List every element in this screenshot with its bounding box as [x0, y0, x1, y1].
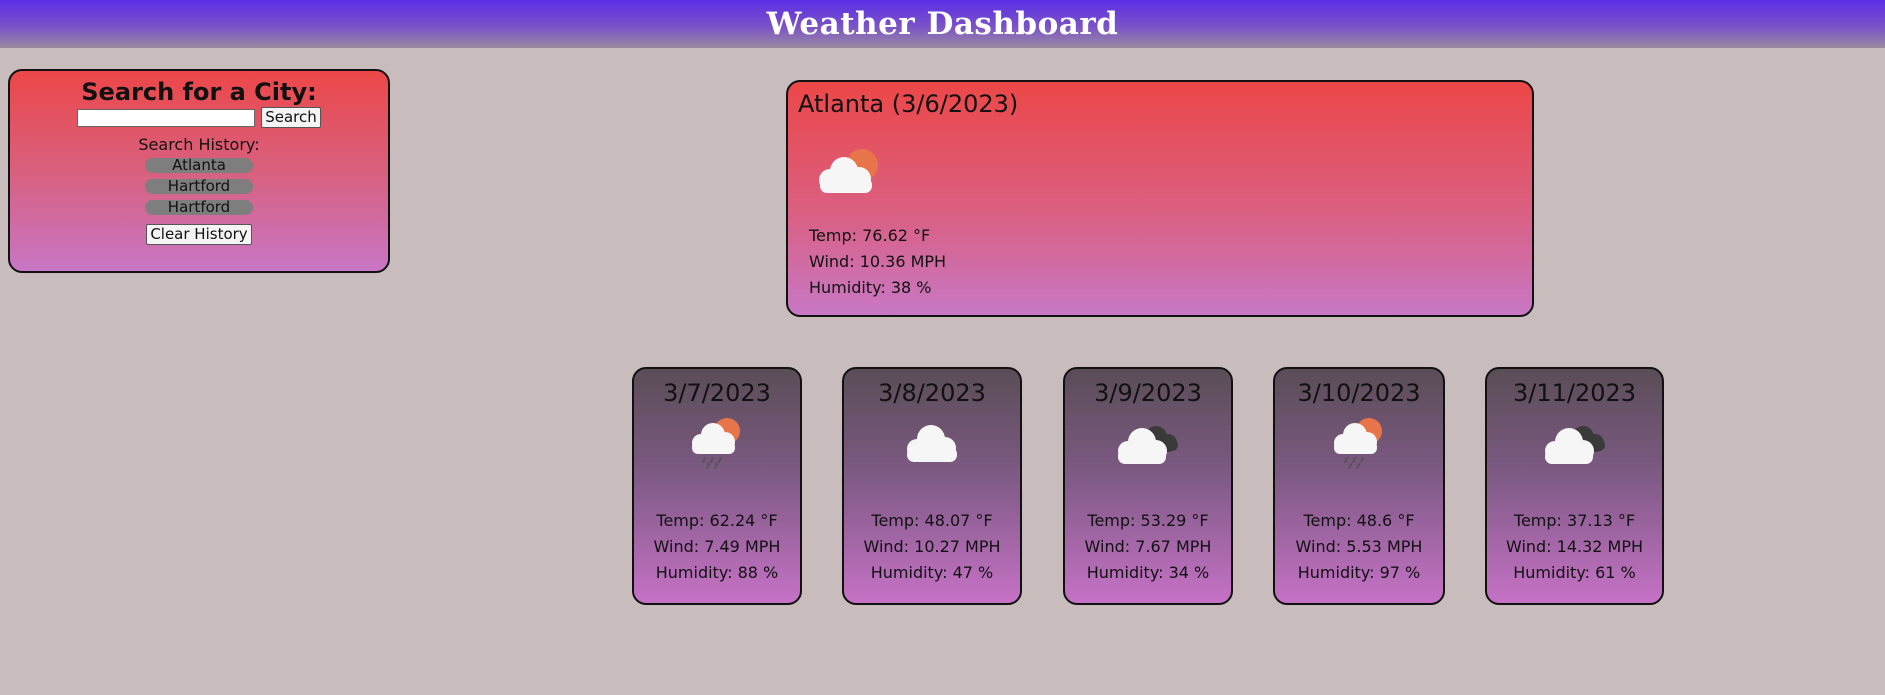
forecast-stats: Temp: 48.6 °F Wind: 5.53 MPH Humidity: 9… [1275, 508, 1443, 586]
partly-cloudy-day-icon [812, 144, 884, 200]
forecast-stats: Temp: 62.24 °F Wind: 7.49 MPH Humidity: … [634, 508, 800, 586]
forecast-date: 3/8/2023 [878, 379, 986, 407]
forecast-humidity: Humidity: 34 % [1086, 563, 1210, 582]
forecast-humidity: Humidity: 61 % [1513, 563, 1636, 582]
search-history-title: Search History: [138, 135, 260, 154]
current-humidity: Humidity: 38 % [809, 278, 932, 297]
forecast-stats: Temp: 37.13 °F Wind: 14.32 MPH Humidity:… [1487, 508, 1662, 586]
forecast-card-day-1: 3/7/2023 Temp: 62.24 °F Wind: 7.49 MPH H… [632, 367, 802, 605]
search-row: Search [10, 107, 388, 128]
forecast-humidity: Humidity: 97 % [1297, 563, 1421, 582]
current-temp: Temp: 76.62 °F [809, 226, 931, 245]
current-weather-card: Atlanta (3/6/2023) Temp: 76.62 °F Wind: … [786, 80, 1534, 317]
forecast-wind: Wind: 7.49 MPH [653, 537, 781, 556]
rain-sun-icon [634, 415, 800, 495]
cloud-icon [844, 415, 1020, 495]
forecast-card-day-3: 3/9/2023 Temp: 53.29 °F Wind: 7.67 MPH H… [1063, 367, 1233, 605]
forecast-temp: Temp: 62.24 °F [656, 511, 778, 530]
search-button[interactable]: Search [261, 107, 321, 128]
current-stats: Temp: 76.62 °F Wind: 10.36 MPH Humidity:… [809, 223, 946, 301]
forecast-humidity: Humidity: 88 % [655, 563, 779, 582]
current-wind: Wind: 10.36 MPH [809, 252, 947, 271]
search-panel: Search for a City: Search Search History… [8, 69, 390, 273]
forecast-stats: Temp: 48.07 °F Wind: 10.27 MPH Humidity:… [844, 508, 1020, 586]
forecast-temp: Temp: 53.29 °F [1087, 511, 1209, 530]
rain-sun-icon [1275, 415, 1443, 495]
forecast-card-day-2: 3/8/2023 Temp: 48.07 °F Wind: 10.27 MPH … [842, 367, 1022, 605]
search-title: Search for a City: [81, 78, 317, 106]
forecast-stats: Temp: 53.29 °F Wind: 7.67 MPH Humidity: … [1065, 508, 1231, 586]
search-history-list: Atlanta Hartford Hartford [10, 158, 388, 215]
forecast-temp: Temp: 48.6 °F [1303, 511, 1415, 530]
history-item-hartford-2[interactable]: Hartford [145, 200, 253, 215]
history-item-hartford[interactable]: Hartford [145, 179, 253, 194]
forecast-date: 3/10/2023 [1297, 379, 1421, 407]
clear-history-button[interactable]: Clear History [146, 224, 252, 245]
forecast-wind: Wind: 7.67 MPH [1084, 537, 1212, 556]
forecast-date: 3/9/2023 [1094, 379, 1202, 407]
forecast-humidity: Humidity: 47 % [870, 563, 994, 582]
current-city-title: Atlanta (3/6/2023) [798, 90, 1019, 118]
app-header: Weather Dashboard [0, 0, 1885, 48]
forecast-wind: Wind: 10.27 MPH [863, 537, 1001, 556]
forecast-date: 3/11/2023 [1512, 379, 1637, 407]
page-title: Weather Dashboard [766, 6, 1119, 42]
forecast-wind: Wind: 14.32 MPH [1505, 537, 1644, 556]
forecast-card-day-4: 3/10/2023 Temp: 48.6 °F Wind: 5.53 MPH H… [1273, 367, 1445, 605]
history-item-atlanta[interactable]: Atlanta [145, 158, 253, 173]
forecast-temp: Temp: 37.13 °F [1513, 511, 1636, 530]
forecast-date: 3/7/2023 [663, 379, 771, 407]
forecast-wind: Wind: 5.53 MPH [1295, 537, 1423, 556]
broken-clouds-icon [1487, 415, 1662, 495]
city-search-input[interactable] [77, 108, 256, 127]
forecast-card-day-5: 3/11/2023 Temp: 37.13 °F Wind: 14.32 MPH… [1485, 367, 1664, 605]
broken-clouds-icon [1065, 415, 1231, 495]
forecast-temp: Temp: 48.07 °F [871, 511, 993, 530]
